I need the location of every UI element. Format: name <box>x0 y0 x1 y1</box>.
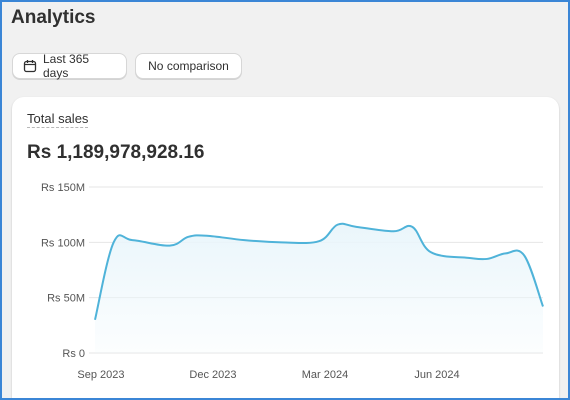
y-tick-label: Rs 0 <box>62 348 85 360</box>
x-tick-label: Mar 2024 <box>302 369 348 381</box>
date-range-button[interactable]: Last 365 days <box>12 52 127 80</box>
y-tick-label: Rs 100M <box>41 237 85 249</box>
comparison-button[interactable]: No comparison <box>135 53 242 79</box>
x-tick-label: Sep 2023 <box>77 369 124 381</box>
x-tick-label: Jun 2024 <box>414 369 459 381</box>
comparison-label: No comparison <box>148 59 229 73</box>
total-sales-card: Total sales Rs 1,189,978,928.16 Rs 0 Rs 5… <box>12 97 559 398</box>
sales-chart: Rs 0 Rs 50M Rs 100M Rs 150M Sep 2023 Dec 2023… <box>41 182 544 381</box>
x-tick-label: Dec 2023 <box>189 369 236 381</box>
page-title: Analytics <box>11 7 96 28</box>
calendar-icon <box>23 59 37 73</box>
window-frame: Analytics Last 365 days No comparison To… <box>0 0 570 400</box>
y-tick-label: Rs 50M <box>47 293 85 305</box>
sales-area-fill <box>95 223 543 353</box>
y-tick-label: Rs 150M <box>41 182 85 194</box>
date-range-label: Last 365 days <box>43 52 90 80</box>
